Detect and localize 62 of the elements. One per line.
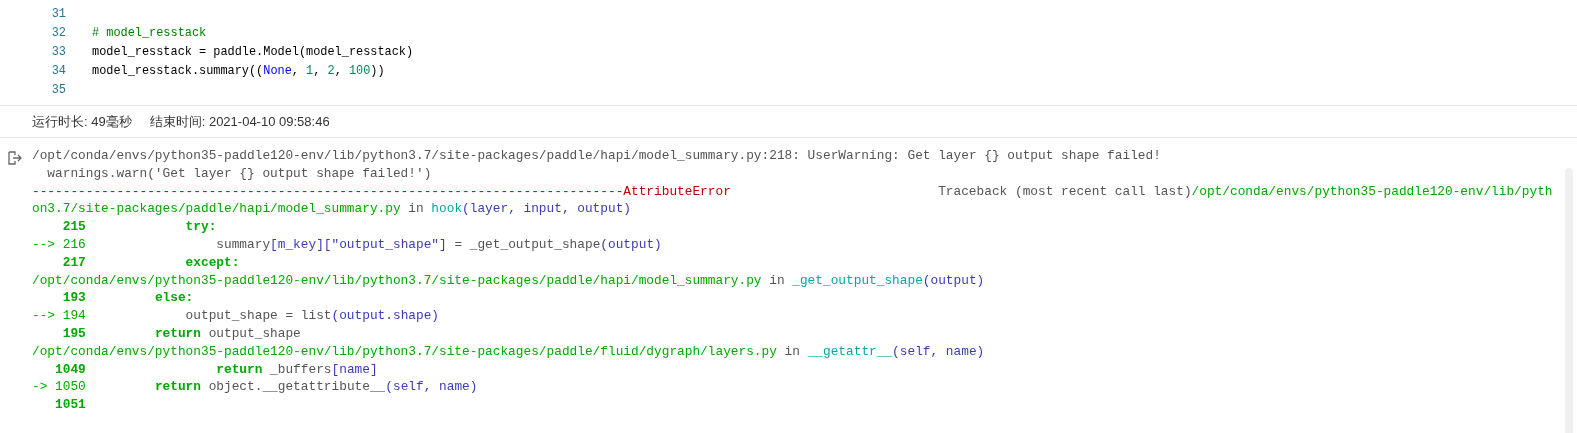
code-token: , xyxy=(334,63,343,78)
call-args: (output.shape) xyxy=(331,307,440,325)
file-path: on3.7/site-packages/paddle/hapi/model_summary.py xyxy=(32,200,401,219)
output-text: in xyxy=(407,200,425,219)
line-number: 32 xyxy=(50,25,66,40)
line-number: 33 xyxy=(50,44,66,59)
output-text: warnings.warn('Get layer {} output shape failed!') xyxy=(46,164,432,183)
traceback-text: Traceback (most recent call last) xyxy=(938,182,1192,201)
source-code: return xyxy=(153,378,201,397)
call-args: (layer, input, output) xyxy=(462,200,631,219)
call-args: (self, name) xyxy=(385,378,478,397)
line-number: 1049 xyxy=(54,360,86,379)
output-text: = _get_output_shape xyxy=(453,236,601,254)
file-path: --> 216 xyxy=(32,236,86,254)
code-token: 2 xyxy=(327,63,335,78)
line-number: 35 xyxy=(50,82,66,97)
file-path: /opt/conda/envs/python35-paddle120-env/lib/python3.7/site-packages/paddle/fluid/dygraph/layers.py xyxy=(32,342,777,361)
code-token: # model_resstack xyxy=(92,25,207,40)
line-number: 1051 xyxy=(54,396,86,414)
line-number: 217 xyxy=(61,253,86,272)
source-code: try: xyxy=(184,218,217,236)
file-path: -> 1050 xyxy=(32,378,86,397)
code-token: , xyxy=(291,63,300,78)
code-token: None xyxy=(263,63,292,78)
call-args: [m_key]["output_shape"] xyxy=(270,236,447,254)
output-text: _buffers xyxy=(269,360,332,379)
code-token: model_resstack = paddle.Model(model_resstack) xyxy=(92,44,414,59)
line-number: 193 xyxy=(61,289,86,308)
code-token: 100 xyxy=(348,63,371,78)
code-token: , xyxy=(313,63,322,78)
line-number: 195 xyxy=(61,324,86,343)
output-text: /opt/conda/envs/python35-paddle120-env/lib/python3.7/site-packages/paddle/hapi/model_summary.py:218: UserWarning: Get layer {} output shape failed! xyxy=(32,147,1161,165)
file-path: /opt/conda/envs/python35-paddle120-env/lib/pyth xyxy=(1191,182,1553,201)
call-args: [name] xyxy=(331,360,378,379)
function-name: _get_output_shape xyxy=(792,271,923,290)
call-args: (self, name) xyxy=(892,342,985,361)
line-number: 215 xyxy=(61,218,86,236)
source-code: except: xyxy=(184,253,240,272)
run-duration: 运行时长: 49毫秒 xyxy=(32,113,132,131)
line-number: 34 xyxy=(50,63,66,78)
source-code: else: xyxy=(153,289,194,308)
output-text: output_shape xyxy=(207,324,301,343)
source-code: return xyxy=(215,360,263,379)
file-path: /opt/conda/envs/python35-paddle120-env/lib/python3.7/site-packages/paddle/hapi/model_summary.py xyxy=(32,271,762,290)
code-token: )) xyxy=(370,63,385,78)
output-icon xyxy=(8,151,22,165)
error-text: -----------------------------------------------------------------------------AttributeError xyxy=(32,182,731,201)
end-time: 结束时间: 2021-04-10 09:58:46 xyxy=(149,113,330,131)
source-code: return xyxy=(153,324,201,343)
call-args: (output) xyxy=(600,236,662,254)
output-text: in xyxy=(768,271,786,290)
call-args: (output) xyxy=(922,271,985,290)
function-name: __getattr__ xyxy=(807,342,893,361)
output-text: summary xyxy=(215,236,271,254)
output-text: object.__getattribute__ xyxy=(207,378,386,397)
line-number: 31 xyxy=(50,6,66,21)
file-path: --> 194 xyxy=(32,307,86,325)
code-token: 1 xyxy=(306,63,314,78)
code-token: model_resstack.summary(( xyxy=(92,63,264,78)
output-text: output_shape = list xyxy=(184,307,332,325)
function-name: hook xyxy=(431,200,463,219)
output-text: in xyxy=(783,342,801,361)
